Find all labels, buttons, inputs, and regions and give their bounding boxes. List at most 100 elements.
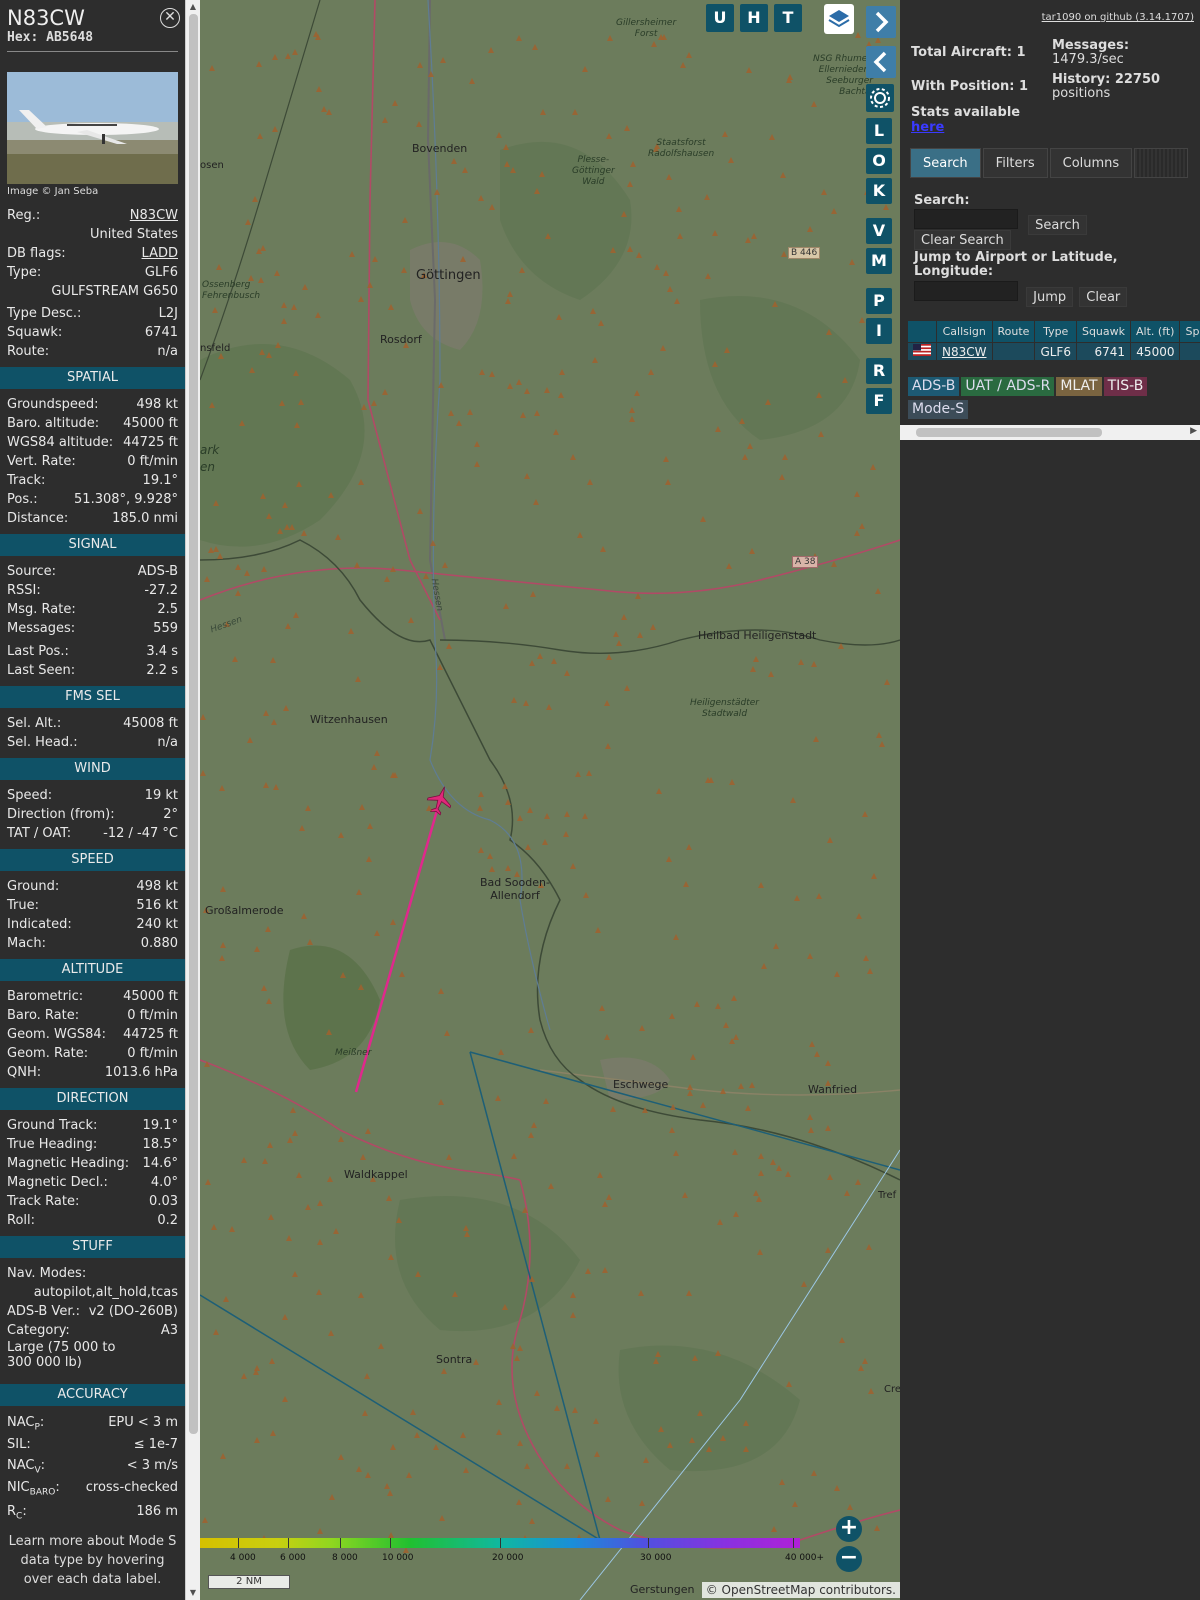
col-squawk[interactable]: Squawk (1075, 320, 1132, 343)
map-scale: 2 NM (208, 1575, 290, 1589)
peak-marker (302, 284, 308, 290)
jump-clear-button[interactable]: Clear (1079, 287, 1128, 307)
speed-label: Ground: (7, 879, 60, 894)
peak-marker (705, 273, 711, 279)
osm-attribution[interactable]: © OpenStreetMap contributors. (701, 1582, 900, 1598)
map-button-v[interactable]: V (866, 218, 892, 244)
map-button-t[interactable]: T (774, 4, 802, 32)
peak-marker (274, 270, 280, 276)
place-goettingen: Göttingen (416, 268, 481, 283)
peak-marker (474, 441, 480, 447)
peak-marker (478, 847, 484, 853)
peak-marker (294, 422, 300, 428)
peak-marker (316, 86, 322, 92)
scroll-right-icon[interactable]: ▶ (1190, 426, 1197, 436)
expand-right-icon[interactable] (866, 6, 896, 38)
settings-gear-icon[interactable] (866, 84, 894, 112)
table-row[interactable]: N83CW GLF6 6741 45000 (907, 342, 1200, 361)
tab-columns[interactable]: Columns (1049, 148, 1133, 178)
legend-tick (648, 1538, 649, 1548)
jump-input[interactable] (914, 281, 1018, 301)
map-button-o[interactable]: O (866, 148, 892, 174)
peak-marker (438, 988, 444, 994)
map-button-m[interactable]: M (866, 248, 892, 274)
scroll-down-icon[interactable]: ▼ (188, 1588, 198, 1597)
map-button-h[interactable]: H (740, 4, 768, 32)
version-link[interactable]: tar1090 on github (3.14.1707) (1042, 12, 1194, 23)
map-button-u[interactable]: U (706, 4, 734, 32)
peak-marker (349, 251, 355, 257)
peak-marker (758, 1170, 764, 1176)
row-callsign[interactable]: N83CW (936, 342, 993, 361)
sidebar-scrollbar[interactable]: ▲ ▼ (185, 0, 200, 1600)
map-button-l[interactable]: L (866, 118, 892, 144)
legend-tick (238, 1538, 239, 1548)
peak-marker (451, 158, 457, 164)
peak-marker (213, 546, 219, 552)
scroll-up-icon[interactable]: ▲ (188, 2, 198, 11)
col-altitude[interactable]: Alt. (ft) (1130, 320, 1181, 343)
tag-mlat[interactable]: MLAT (1056, 377, 1102, 396)
peak-marker (750, 666, 756, 672)
peak-marker (554, 1405, 560, 1411)
peak-marker (639, 1025, 645, 1031)
jump-button[interactable]: Jump (1026, 287, 1074, 307)
peak-marker (235, 590, 241, 596)
tag-uat[interactable]: UAT / ADS-R (961, 377, 1055, 396)
tag-adsb[interactable]: ADS-B (908, 377, 960, 396)
altitude-value: 0 ft/min (127, 1008, 178, 1023)
section-accuracy: ACCURACY (0, 1384, 185, 1406)
map-button-i[interactable]: I (866, 318, 892, 344)
map-button-r[interactable]: R (866, 358, 892, 384)
place-plesse: Plesse- Göttinger Wald (572, 155, 615, 187)
reg-link[interactable]: N83CW (130, 206, 178, 225)
speed-row: Ground: 498 kt (0, 877, 185, 896)
search-input[interactable] (914, 209, 1018, 229)
collapse-left-icon[interactable] (866, 46, 896, 78)
peak-marker (655, 1351, 661, 1357)
zoom-out-icon[interactable]: − (836, 1546, 862, 1572)
map-button-k[interactable]: K (866, 178, 892, 204)
search-button[interactable]: Search (1028, 215, 1087, 235)
peak-marker (296, 1172, 302, 1178)
col-callsign[interactable]: Callsign (936, 320, 993, 343)
peak-marker (665, 479, 671, 485)
signal-label: Msg. Rate: (7, 602, 76, 617)
map-button-f[interactable]: F (866, 388, 892, 414)
hscroll-thumb[interactable] (916, 428, 1102, 437)
direction-row: Roll: 0.2 (0, 1211, 185, 1230)
dbflags-link[interactable]: LADD (142, 244, 178, 263)
peak-marker (627, 246, 633, 252)
aircraft-photo[interactable] (7, 72, 178, 184)
section-spatial: SPATIAL (0, 367, 185, 389)
stats-here-link[interactable]: here (911, 120, 944, 135)
peak-marker (355, 676, 361, 682)
tab-search[interactable]: Search (910, 148, 981, 178)
scrollbar-thumb[interactable] (189, 14, 198, 1434)
peak-marker (700, 516, 706, 522)
zoom-in-icon[interactable]: + (836, 1516, 862, 1542)
map-button-p[interactable]: P (866, 288, 892, 314)
tag-modes[interactable]: Mode-S (908, 400, 969, 419)
peak-marker (669, 1013, 675, 1019)
tag-tisb[interactable]: TIS-B (1103, 377, 1148, 396)
peak-marker (510, 167, 516, 173)
peak-marker (220, 886, 226, 892)
signal-label: Last Seen: (7, 663, 76, 678)
layers-icon[interactable] (824, 4, 854, 34)
map-view[interactable]: Bovenden Göttingen Rosdorf Witzenhausen … (200, 0, 900, 1600)
clear-search-button[interactable]: Clear Search (914, 230, 1011, 250)
peak-marker (282, 1396, 288, 1402)
table-hscrollbar[interactable]: ▶ (900, 425, 1200, 440)
peak-marker (441, 1368, 447, 1374)
col-type[interactable]: Type (1034, 320, 1077, 343)
peak-marker (213, 1329, 219, 1335)
place-meissner: Meißner (335, 1048, 372, 1058)
tab-filters[interactable]: Filters (982, 148, 1048, 178)
close-icon[interactable]: ✕ (160, 8, 180, 28)
peak-marker (328, 492, 334, 498)
col-speed[interactable]: Spd. (1179, 320, 1200, 343)
peak-marker (305, 1204, 311, 1210)
col-route[interactable]: Route (991, 320, 1036, 343)
peak-marker (281, 318, 287, 324)
